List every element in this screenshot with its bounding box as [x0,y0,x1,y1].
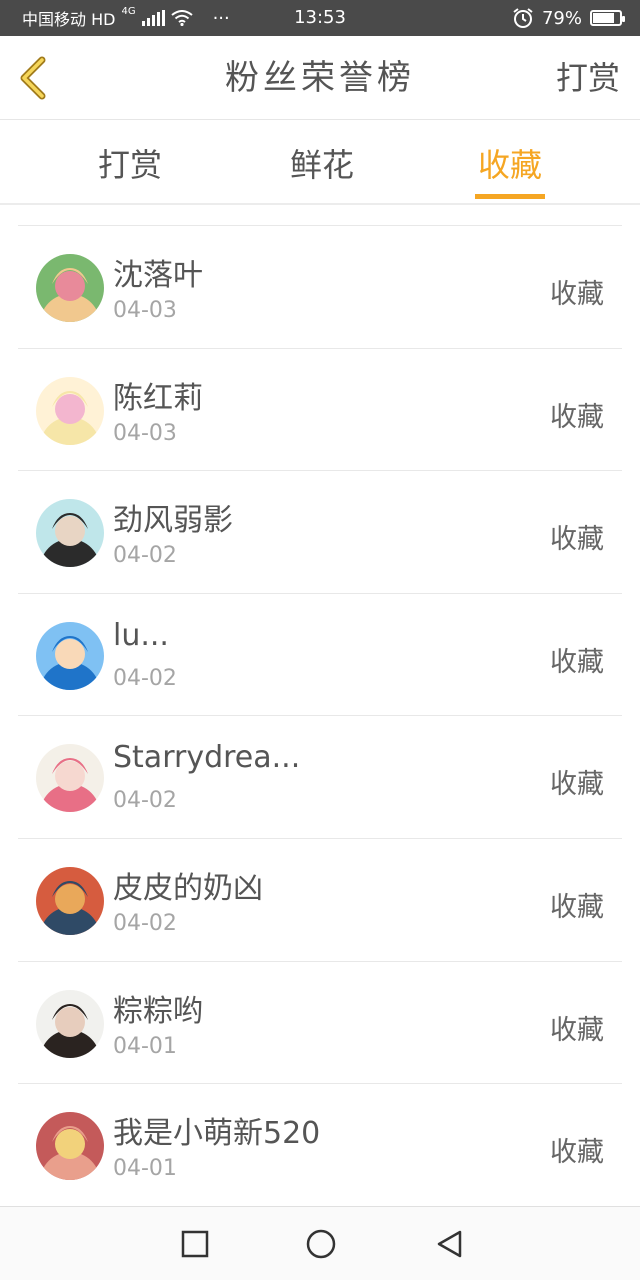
list-item[interactable]: 劲风弱影 04-02 收藏 [18,470,622,593]
user-name: 陈红莉 [113,380,203,416]
user-name: 粽粽哟 [113,993,203,1029]
list-item[interactable]: Starrydrea... 04-02 收藏 [18,715,622,838]
favorite-label: 收藏 [550,646,604,678]
favorite-label: 收藏 [550,279,604,310]
tab-reward[interactable]: 打赏 [70,121,190,205]
square-icon[interactable] [180,1229,210,1259]
user-name: 我是小萌新520 [113,1116,321,1152]
system-nav-bar [0,1206,640,1280]
avatar[interactable] [36,1112,104,1181]
item-date: 04-02 [113,665,177,691]
reward-button[interactable]: 打赏 [556,36,620,120]
avatar[interactable] [36,376,104,445]
list-item[interactable]: 陈红莉 04-03 收藏 [18,347,622,471]
avatar[interactable] [36,254,104,322]
avatar[interactable] [36,499,104,568]
user-name: 皮皮的奶凶 [113,870,263,906]
item-date: 04-03 [113,420,177,446]
item-date: 04-02 [113,788,177,814]
favorite-label: 收藏 [550,1014,604,1046]
item-date: 04-01 [113,1156,177,1182]
favorite-label: 收藏 [550,891,604,923]
tab-flowers[interactable]: 鲜花 [262,121,382,205]
page-title: 粉丝荣誉榜 [225,58,415,98]
fan-list: 沈落叶 04-03 收藏 陈红莉 04-03 收藏 劲风弱影 04-02 收藏 lu... 04-0… [18,225,622,1206]
user-name: 沈落叶 [113,258,203,293]
tab-favorites[interactable]: 收藏 [450,121,570,205]
tab-active-indicator [475,194,545,199]
favorite-label: 收藏 [550,524,604,556]
avatar[interactable] [36,621,104,690]
list-item[interactable]: 沈落叶 04-03 收藏 [18,225,622,348]
user-name: 劲风弱影 [113,503,233,539]
avatar[interactable] [36,744,104,813]
battery-icon [590,10,625,26]
item-date: 04-01 [113,1033,177,1059]
list-item[interactable]: 我是小萌新520 04-01 收藏 [18,1083,622,1206]
user-name: Starrydrea... [113,740,301,776]
header: 粉丝荣誉榜 打赏 [0,36,640,120]
battery-percent: 79% [541,7,582,29]
tab-bar: 打赏 鲜花 收藏 [0,121,640,205]
favorite-label: 收藏 [550,401,604,433]
list-item[interactable]: lu... 04-02 收藏 [18,592,622,716]
list-item[interactable]: 粽粽哟 04-01 收藏 [18,960,622,1084]
favorite-label: 收藏 [550,1137,604,1169]
user-name: lu... [113,617,169,653]
favorite-label: 收藏 [550,769,604,801]
alarm-icon [513,8,533,28]
avatar[interactable] [36,989,104,1058]
list-item[interactable]: 皮皮的奶凶 04-02 收藏 [18,837,622,961]
item-date: 04-02 [113,910,177,936]
item-date: 04-02 [113,543,177,569]
circle-icon[interactable] [306,1229,336,1259]
item-date: 04-03 [113,298,177,323]
avatar[interactable] [36,866,104,935]
triangle-back-icon[interactable] [434,1229,464,1259]
